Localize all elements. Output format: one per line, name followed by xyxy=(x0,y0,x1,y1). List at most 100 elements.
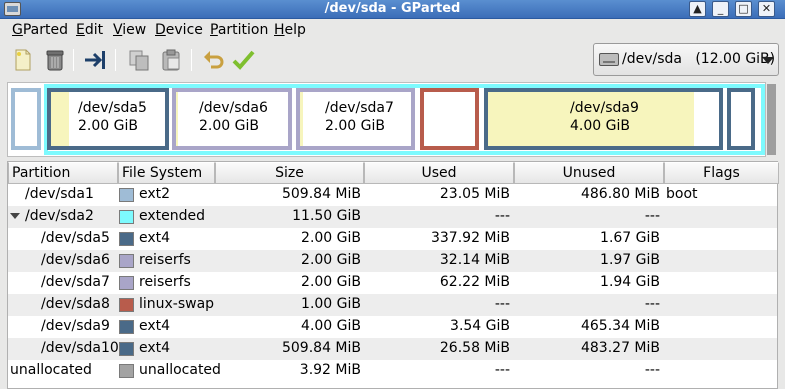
disk-map-partition[interactable] xyxy=(727,88,755,150)
table-header: Partition File System Size Used Unused Flags xyxy=(8,162,779,184)
menu-edit[interactable]: Edit xyxy=(76,22,103,38)
column-header-file-system[interactable]: File System xyxy=(118,162,215,184)
partition-cell: /dev/sda6 xyxy=(41,252,110,268)
table-row[interactable]: /dev/sda10 ext4 509.84 MiB 26.58 MiB 483.27 … xyxy=(8,338,777,360)
partition-used-fill xyxy=(300,92,304,146)
dropdown-arrow-icon xyxy=(762,57,774,64)
table-row[interactable]: /dev/sda1 ext2 509.84 MiB 23.05 MiB 486.80 M… xyxy=(8,184,777,206)
unused-cell: 1.97 GiB xyxy=(600,252,660,268)
disk-map-partition[interactable]: /dev/sda6 2.00 GiB xyxy=(172,88,292,150)
filesystem-cell: extended xyxy=(139,208,206,224)
menu-help[interactable]: Help xyxy=(274,22,306,38)
filesystem-cell: ext4 xyxy=(139,230,171,246)
partition-name: /dev/sda6 xyxy=(199,100,268,116)
window-title: /dev/sda - GParted xyxy=(324,1,461,16)
apply-icon[interactable] xyxy=(231,48,255,72)
column-header-used[interactable]: Used xyxy=(364,162,514,184)
toolbar-separator xyxy=(73,49,74,71)
partition-cell: /dev/sda2 xyxy=(25,208,94,224)
unused-cell: 486.80 MiB xyxy=(580,186,660,202)
keep-above-button[interactable]: ▲ xyxy=(689,1,706,17)
disk-map-partition[interactable]: /dev/sda9 4.00 GiB xyxy=(484,88,723,150)
disk-map-partition[interactable]: /dev/sda7 2.00 GiB xyxy=(296,88,415,150)
used-cell: --- xyxy=(494,362,510,378)
table-row[interactable]: /dev/sda8 linux-swap 1.00 GiB --- --- xyxy=(8,294,777,316)
partition-cell: /dev/sda1 xyxy=(25,186,94,202)
partition-cell: /dev/sda5 xyxy=(41,230,110,246)
used-cell: --- xyxy=(494,296,510,312)
menubar: GParted Edit View Device Partition Help xyxy=(0,19,785,43)
size-cell: 1.00 GiB xyxy=(301,296,361,312)
menu-mnemonic: H xyxy=(274,22,285,38)
filesystem-color-swatch xyxy=(119,254,134,268)
menu-mnemonic: E xyxy=(76,22,85,38)
partition-cell: unallocated xyxy=(10,362,92,378)
column-header-unused[interactable]: Unused xyxy=(514,162,664,184)
unused-cell: --- xyxy=(644,208,660,224)
partition-cell: /dev/sda10 xyxy=(41,340,119,356)
used-cell: 26.58 MiB xyxy=(439,340,510,356)
table-row[interactable]: unallocated unallocated 3.92 MiB --- --- xyxy=(8,360,777,382)
filesystem-color-swatch xyxy=(119,320,134,334)
filesystem-cell: reiserfs xyxy=(139,274,191,290)
size-cell: 2.00 GiB xyxy=(301,274,361,290)
used-cell: --- xyxy=(494,208,510,224)
disk-map-scrollbar[interactable] xyxy=(767,84,776,155)
filesystem-color-swatch xyxy=(119,210,134,224)
table-row[interactable]: /dev/sda7 reiserfs 2.00 GiB 62.22 MiB 1.94 G… xyxy=(8,272,777,294)
minimize-button[interactable]: _ xyxy=(712,1,729,17)
expander-arrow-icon[interactable] xyxy=(10,213,20,219)
disk-map-partition[interactable]: /dev/sda5 2.00 GiB xyxy=(47,88,169,150)
undo-icon[interactable] xyxy=(202,48,226,72)
menu-device[interactable]: Device xyxy=(155,22,203,38)
used-cell: 3.54 GiB xyxy=(450,318,510,334)
filesystem-color-swatch xyxy=(119,232,134,246)
size-cell: 4.00 GiB xyxy=(301,318,361,334)
unused-cell: 465.34 MiB xyxy=(580,318,660,334)
partition-cell: /dev/sda8 xyxy=(41,296,110,312)
menu-label: dit xyxy=(84,22,104,38)
menu-gparted[interactable]: GParted xyxy=(12,22,68,38)
unused-cell: --- xyxy=(644,296,660,312)
partition-name: /dev/sda5 xyxy=(78,100,147,116)
resize-move-icon[interactable] xyxy=(83,48,107,72)
paste-icon[interactable] xyxy=(159,48,183,72)
menu-view[interactable]: View xyxy=(113,22,146,38)
table-row[interactable]: /dev/sda2 extended 11.50 GiB --- --- xyxy=(8,206,777,228)
size-cell: 3.92 MiB xyxy=(299,362,361,378)
size-cell: 11.50 GiB xyxy=(292,208,361,224)
used-cell: 32.14 MiB xyxy=(439,252,510,268)
device-selector[interactable]: /dev/sda (12.00 GiB) xyxy=(593,43,779,76)
partition-cell: /dev/sda9 xyxy=(41,318,110,334)
unused-cell: 1.67 GiB xyxy=(600,230,660,246)
column-header-flags[interactable]: Flags xyxy=(664,162,779,184)
menu-partition[interactable]: Partition xyxy=(210,22,268,38)
flags-cell: boot xyxy=(666,186,698,202)
partition-size: 2.00 GiB xyxy=(199,118,259,134)
copy-icon[interactable] xyxy=(127,48,151,72)
filesystem-cell: ext2 xyxy=(139,186,171,202)
table-row[interactable]: /dev/sda5 ext4 2.00 GiB 337.92 MiB 1.67 GiB xyxy=(8,228,777,250)
filesystem-color-swatch xyxy=(119,298,134,312)
new-partition-icon[interactable] xyxy=(11,48,35,72)
menu-mnemonic: D xyxy=(155,22,166,38)
used-cell: 23.05 MiB xyxy=(439,186,510,202)
device-selector-label: /dev/sda (12.00 GiB) xyxy=(622,51,776,67)
maximize-button[interactable]: □ xyxy=(735,1,752,17)
disk-map-partition[interactable] xyxy=(420,88,479,150)
column-header-size[interactable]: Size xyxy=(215,162,364,184)
partition-used-fill xyxy=(176,92,179,146)
column-header-partition[interactable]: Partition xyxy=(8,162,118,184)
table-row[interactable]: /dev/sda6 reiserfs 2.00 GiB 32.14 MiB 1.97 G… xyxy=(8,250,777,272)
disk-map-partition[interactable] xyxy=(11,88,41,150)
partition-name: /dev/sda7 xyxy=(325,100,394,116)
menu-label: iew xyxy=(122,22,147,38)
delete-icon[interactable] xyxy=(43,48,67,72)
close-button[interactable]: ✕ xyxy=(758,1,775,17)
filesystem-cell: ext4 xyxy=(139,340,171,356)
filesystem-color-swatch xyxy=(119,364,134,378)
toolbar-separator xyxy=(115,49,116,71)
used-cell: 337.92 MiB xyxy=(430,230,510,246)
size-cell: 2.00 GiB xyxy=(301,252,361,268)
table-row[interactable]: /dev/sda9 ext4 4.00 GiB 3.54 GiB 465.34 MiB xyxy=(8,316,777,338)
